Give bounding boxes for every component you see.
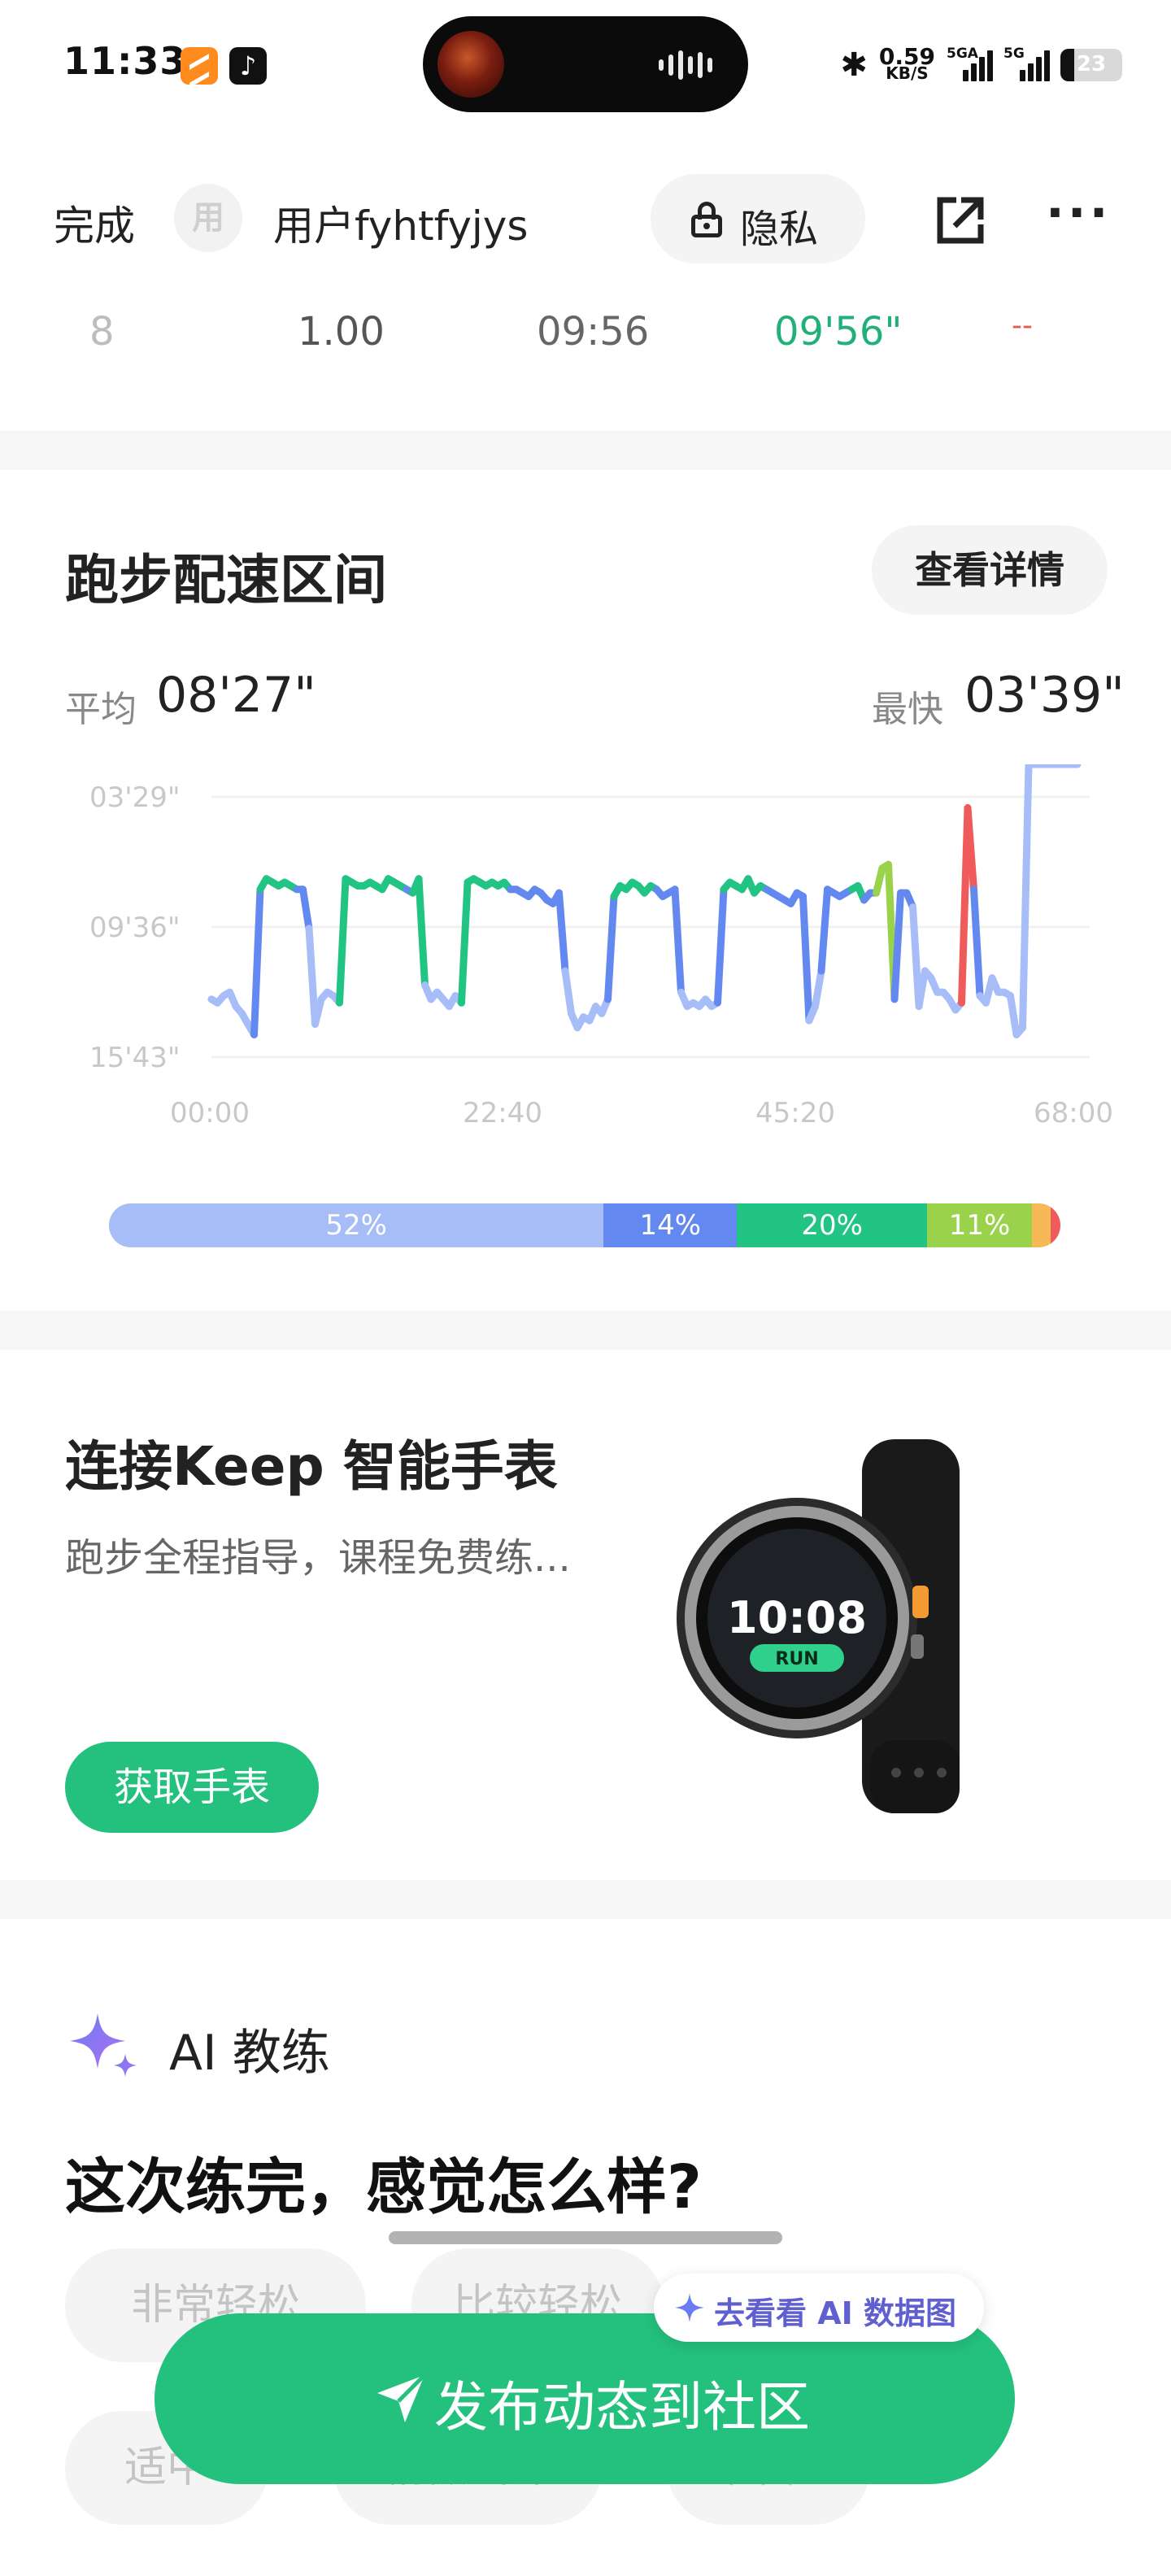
x-tick-label: 22:40	[463, 1097, 542, 1129]
pace-line-segment	[873, 864, 886, 897]
pace-zone-card: 跑步配速区间 查看详情 平均 08'27" 最快 03'39" 03'29" 09…	[0, 472, 1171, 1309]
x-tick-label: 45:20	[755, 1097, 835, 1129]
status-bar: 11:33 ♪ ✱ 0.59 KB/S 5GA 5G 23	[0, 0, 1171, 130]
pace-line-segment	[336, 875, 350, 1007]
pace-line-segment	[305, 925, 319, 1028]
nav-bar: 完成 用 用户fyhtfyjys 隐私 ···	[0, 154, 1171, 285]
username[interactable]: 用户fyhtfyjys	[273, 194, 528, 252]
pace-line-segment	[415, 875, 429, 989]
ai-coach-label: AI 教练	[169, 2025, 330, 2082]
pace-zone-bar: 52% 14% 20% 11%	[109, 1203, 1060, 1247]
pace-zone-segment	[1031, 1203, 1051, 1247]
split-time: 09:56	[537, 309, 650, 355]
watch-description: 跑步全程指导，课程免费练...	[65, 1535, 571, 1581]
pace-chart: 03'29" 09'36" 15'43" 00:00 22:40 45:20 68:00	[89, 764, 1113, 1129]
status-indicators: ✱ 0.59 KB/S 5GA 5G 23	[840, 42, 1122, 88]
pace-line-segment	[299, 886, 313, 933]
avg-pace-label: 平均	[65, 689, 137, 730]
split-extra: --	[1012, 309, 1033, 342]
done-button[interactable]: 完成	[54, 194, 135, 252]
pace-line-segment	[250, 886, 264, 1039]
sparkle-icon	[675, 2293, 704, 2322]
split-index: 8	[89, 309, 115, 355]
network-speed: 0.59 KB/S	[878, 43, 935, 83]
tiktok-notification-icon: ♪	[229, 47, 267, 85]
watch-title: 连接Keep 智能手表	[65, 1435, 558, 1498]
pace-line-segment	[1007, 992, 1021, 1039]
section-title: 跑步配速区间	[65, 549, 387, 611]
fastest-pace-label: 最快	[872, 689, 943, 730]
battery-icon: 23	[1060, 49, 1122, 81]
section-divider	[0, 1880, 1171, 1919]
app-notification-icon	[181, 47, 218, 85]
section-divider	[0, 1311, 1171, 1350]
view-details-button[interactable]: 查看详情	[872, 525, 1108, 615]
pace-line-segment	[458, 878, 472, 1007]
pace-line-segment	[799, 893, 813, 1025]
pace-line-segment	[890, 889, 904, 1003]
avatar[interactable]: 用	[174, 184, 242, 252]
pace-zone-segment: 52%	[109, 1203, 604, 1247]
y-tick-label: 03'29"	[89, 781, 181, 814]
y-tick-label: 09'36"	[89, 912, 181, 944]
fastest-pace-value: 03'39"	[964, 667, 1125, 724]
more-icon[interactable]: ···	[1046, 189, 1111, 237]
x-tick-label: 00:00	[170, 1097, 250, 1129]
lock-icon	[691, 202, 722, 237]
ai-coach-card: AI 教练 这次练完，感觉怎么样? 非常轻松 比较轻松 适中 稍微出汗 困难 发…	[0, 1935, 1171, 2576]
audio-wave-icon	[659, 49, 724, 81]
music-cover-icon	[437, 31, 504, 98]
pace-line-segment	[714, 886, 728, 1007]
send-icon	[377, 2374, 426, 2422]
watch-run-badge: RUN	[775, 1649, 818, 1669]
pace-zone-segment: 14%	[603, 1203, 738, 1247]
cell-signal-icon: 5G	[1003, 46, 1050, 81]
watch-time: 10:08	[727, 1592, 867, 1643]
split-row: 8 1.00 09:56 09'56" --	[0, 309, 1171, 366]
pace-line-segment	[812, 967, 825, 1011]
ai-data-chart-popover[interactable]: 去看看 AI 数据图	[654, 2274, 984, 2342]
get-watch-button[interactable]: 获取手表	[65, 1742, 319, 1833]
pace-line-segment	[604, 893, 618, 1003]
sparkle-icon	[70, 2013, 137, 2077]
split-distance: 1.00	[298, 309, 385, 355]
y-tick-label: 15'43"	[89, 1042, 181, 1074]
pace-zone-segment	[1051, 1203, 1060, 1247]
split-pace: 09'56"	[774, 309, 903, 355]
keep-watch-card[interactable]: 连接Keep 智能手表 跑步全程指导，课程免费练... 获取手表 10:08 R…	[0, 1350, 1171, 1895]
pace-line-segment	[1019, 764, 1033, 1032]
x-tick-label: 68:00	[1034, 1097, 1113, 1129]
pace-zone-segment: 20%	[737, 1203, 928, 1247]
home-indicator[interactable]	[389, 2231, 782, 2244]
dynamic-island[interactable]	[423, 16, 748, 112]
pace-line-segment	[970, 886, 984, 1000]
pace-line-segment	[671, 886, 685, 996]
pace-line-segment	[555, 889, 569, 975]
smartwatch-image: 10:08 RUN	[677, 1439, 960, 1813]
pace-zone-segment: 11%	[927, 1203, 1032, 1247]
cell-signal-icon: 5GA	[947, 46, 993, 81]
section-divider	[0, 431, 1171, 470]
share-icon[interactable]	[932, 192, 989, 249]
avg-pace-value: 08'27"	[156, 667, 316, 724]
privacy-button[interactable]: 隐私	[651, 174, 865, 263]
status-time: 11:33	[63, 39, 187, 83]
pace-line-segment	[817, 886, 831, 975]
pace-line-segment	[561, 967, 575, 1017]
feeling-question: 这次练完，感觉怎么样?	[65, 2152, 702, 2222]
bluetooth-icon: ✱	[840, 46, 868, 84]
